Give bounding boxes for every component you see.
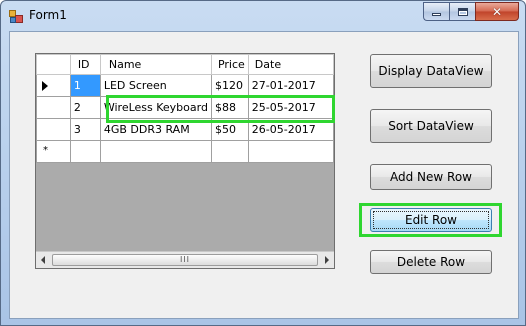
column-header-date[interactable]: Date — [247, 54, 334, 75]
cell-price[interactable] — [210, 140, 249, 163]
form-window: Form1 ✕ ID Name Price Date 1 LED Screen … — [0, 0, 526, 326]
grid-header-row: ID Name Price Date — [36, 54, 334, 75]
minimize-button[interactable] — [423, 2, 449, 21]
add-new-row-button[interactable]: Add New Row — [370, 164, 492, 190]
table-row[interactable]: 1 LED Screen $120 27-01-2017 — [36, 74, 334, 97]
cell-name[interactable]: 4GB DDR3 RAM — [99, 118, 212, 141]
form-client-area: ID Name Price Date 1 LED Screen $120 27-… — [9, 31, 519, 319]
delete-row-button[interactable]: Delete Row — [370, 250, 492, 274]
row-header[interactable] — [36, 74, 71, 97]
minimize-icon — [432, 13, 441, 16]
maximize-button[interactable] — [449, 2, 475, 21]
data-grid-view[interactable]: ID Name Price Date 1 LED Screen $120 27-… — [35, 53, 335, 269]
scrollbar-grip: III — [179, 255, 191, 264]
top-left-header-cell[interactable] — [36, 54, 71, 75]
column-header-price[interactable]: Price — [210, 54, 249, 75]
close-icon: ✕ — [491, 4, 503, 19]
sort-dataview-button[interactable]: Sort DataView — [370, 109, 492, 143]
table-row[interactable]: 2 WireLess Keyboard $88 25-05-2017 — [36, 96, 334, 119]
cell-date[interactable]: 25-05-2017 — [247, 96, 334, 119]
cell-date[interactable]: 27-01-2017 — [247, 74, 334, 97]
cell-price[interactable]: $120 — [210, 74, 249, 97]
cell-name[interactable]: WireLess Keyboard — [99, 96, 212, 119]
scroll-right-icon[interactable] — [325, 256, 329, 264]
new-row[interactable]: * — [36, 140, 334, 163]
cell-name[interactable] — [99, 140, 212, 163]
cell-price[interactable]: $88 — [210, 96, 249, 119]
window-controls: ✕ — [423, 2, 519, 21]
scroll-left-icon[interactable] — [41, 256, 45, 264]
table-row[interactable]: 3 4GB DDR3 RAM $50 26-05-2017 — [36, 118, 334, 141]
display-dataview-button[interactable]: Display DataView — [370, 54, 492, 88]
cell-name[interactable]: LED Screen — [99, 74, 212, 97]
edit-row-button[interactable]: Edit Row — [370, 208, 492, 232]
row-header[interactable] — [36, 96, 71, 119]
maximize-icon — [457, 7, 468, 16]
column-header-id[interactable]: ID — [69, 54, 101, 75]
column-header-name[interactable]: Name — [99, 54, 212, 75]
cell-id[interactable]: 1 — [69, 74, 101, 97]
cell-id[interactable]: 3 — [69, 118, 101, 141]
form-app-icon — [9, 10, 23, 24]
cell-id[interactable] — [69, 140, 101, 163]
current-row-arrow-icon — [42, 81, 48, 91]
cell-price[interactable]: $50 — [210, 118, 249, 141]
title-bar[interactable]: Form1 ✕ — [1, 1, 525, 31]
row-header[interactable] — [36, 118, 71, 141]
horizontal-scrollbar[interactable]: III — [36, 251, 334, 268]
new-row-marker: * — [43, 145, 48, 156]
scrollbar-thumb[interactable]: III — [52, 254, 318, 266]
cell-date[interactable]: 26-05-2017 — [247, 118, 334, 141]
close-button[interactable]: ✕ — [475, 2, 519, 21]
cell-date[interactable] — [247, 140, 334, 163]
window-title: Form1 — [29, 8, 67, 22]
cell-id[interactable]: 2 — [69, 96, 101, 119]
row-header[interactable]: * — [36, 140, 71, 163]
grid-table: ID Name Price Date 1 LED Screen $120 27-… — [36, 54, 334, 163]
